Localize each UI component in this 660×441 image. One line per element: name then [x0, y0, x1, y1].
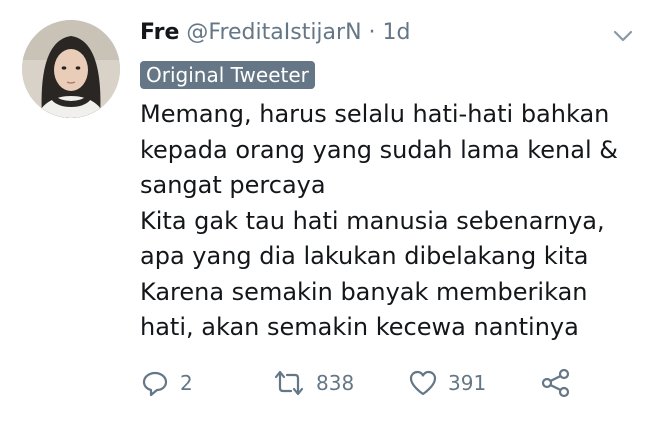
retweet-count: 838 — [316, 371, 355, 395]
heart-icon — [409, 370, 437, 396]
tweet-text-line: Memang, harus selalu hati-hati bahkan — [140, 100, 610, 128]
retweet-icon — [274, 370, 304, 396]
tweet-card: Fre @FreditaIstijarN · 1d Original Tweet… — [0, 0, 660, 441]
reply-count: 2 — [180, 371, 193, 395]
timestamp[interactable]: 1d — [383, 20, 411, 45]
original-tweeter-badge: Original Tweeter — [140, 61, 315, 89]
tweet-text-line: sangat percaya — [140, 171, 326, 199]
user-handle[interactable]: @FreditaIstijarN — [186, 20, 361, 45]
avatar[interactable] — [22, 20, 120, 118]
reply-button[interactable]: 2 — [140, 366, 193, 400]
tweet-text-line: kepada orang yang sudah lama kenal & — [140, 135, 618, 164]
tweet-text-line: apa yang dia lakukan dibelakang kita — [140, 242, 589, 270]
share-icon — [541, 368, 570, 398]
tweet-text-line: Karena semakin banyak memberikan — [140, 277, 588, 306]
like-button[interactable]: 391 — [408, 366, 486, 400]
tweet-text-line: Kita gak tau hati manusia sebenarnya, — [140, 206, 605, 235]
separator-dot: · — [368, 20, 376, 45]
reply-icon — [142, 371, 168, 397]
avatar-image — [22, 20, 120, 118]
share-button[interactable] — [540, 366, 572, 400]
tweet-text-line: hati, akan semakin kecewa nantinya — [140, 313, 579, 341]
tweet-actions: 2 838 391 — [140, 366, 620, 400]
retweet-button[interactable]: 838 — [272, 366, 354, 400]
tweet-header: Fre @FreditaIstijarN · 1d — [140, 18, 411, 48]
display-name[interactable]: Fre — [140, 20, 179, 45]
tweet-text: Memang, harus selalu hati-hati bahkan ke… — [140, 97, 650, 346]
chevron-down-icon[interactable] — [612, 28, 634, 44]
like-count: 391 — [448, 371, 487, 395]
